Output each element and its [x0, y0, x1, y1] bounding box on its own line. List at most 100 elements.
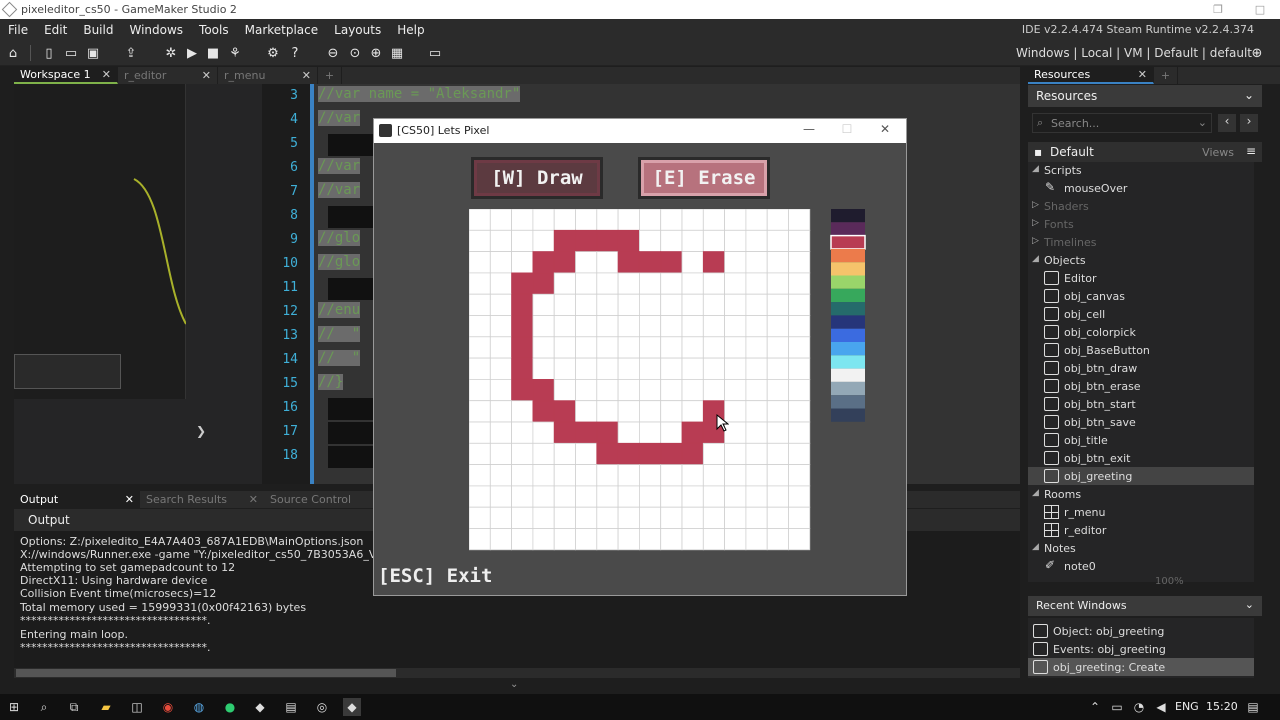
tree-item-rooms[interactable]: ◢ Rooms [1028, 485, 1254, 503]
pixel-cell-filled[interactable] [553, 400, 576, 423]
pixel-cell[interactable] [532, 336, 555, 359]
recent-window-item[interactable]: obj_greeting: Create [1028, 658, 1254, 676]
pixel-cell[interactable] [745, 336, 768, 359]
windows-start-icon[interactable]: ⊞ [5, 698, 23, 716]
store-icon[interactable]: ◫ [128, 698, 146, 716]
scrollbar-thumb[interactable] [16, 669, 396, 677]
pixel-cell[interactable] [638, 378, 662, 402]
pixel-cell[interactable] [724, 272, 747, 295]
pixel-cell[interactable] [766, 357, 789, 380]
pixel-cell[interactable] [660, 293, 683, 316]
menu-build[interactable]: Build [75, 23, 121, 37]
pixel-cell[interactable] [660, 315, 683, 338]
pixel-cell[interactable] [553, 506, 576, 529]
pixel-cell[interactable] [469, 209, 491, 231]
erase-button[interactable]: [E] Erase [638, 157, 770, 199]
pixel-cell[interactable] [745, 485, 768, 508]
pixel-cell[interactable] [724, 315, 747, 338]
maximize-button[interactable]: ☐ [832, 122, 862, 136]
pixel-cell[interactable] [660, 485, 683, 508]
pixel-cell[interactable] [660, 378, 683, 402]
pixel-cell[interactable] [617, 506, 640, 529]
menu-tools[interactable]: Tools [191, 23, 237, 37]
pixel-cell[interactable] [617, 485, 640, 508]
pixel-cell[interactable] [596, 400, 619, 423]
settings-icon[interactable]: ⚙ [264, 44, 282, 62]
pixel-cell[interactable] [596, 528, 619, 551]
pixel-cell[interactable] [660, 336, 683, 359]
pixel-cell[interactable] [788, 315, 811, 338]
pixel-cell[interactable] [511, 251, 534, 274]
pixel-cell[interactable] [511, 506, 534, 529]
pixel-cell[interactable] [553, 272, 576, 295]
pixel-cell[interactable] [681, 528, 704, 551]
pixel-cell[interactable] [724, 378, 747, 402]
pixel-cell[interactable] [745, 506, 768, 529]
pixel-cell[interactable] [702, 272, 726, 295]
minimize-button[interactable]: — [794, 122, 824, 136]
pixel-cell[interactable] [681, 378, 704, 402]
collapsed-arrow-icon[interactable]: ▷ [1032, 200, 1039, 210]
tree-item-r-editor[interactable]: r_editor [1028, 521, 1254, 539]
palette-swatch[interactable] [831, 262, 865, 276]
target-settings-icon[interactable]: ⊕ [1248, 44, 1266, 62]
pixel-cell[interactable] [617, 464, 640, 487]
pixel-cell-filled[interactable] [596, 229, 619, 252]
pixel-cell[interactable] [532, 506, 555, 529]
pixel-cell[interactable] [575, 378, 598, 402]
pixel-cell[interactable] [596, 378, 619, 402]
pixel-cell[interactable] [788, 421, 811, 444]
pixel-canvas[interactable] [469, 209, 811, 551]
pixel-cell[interactable] [702, 464, 726, 487]
pixel-cell[interactable] [617, 315, 640, 338]
chevron-down-icon[interactable]: ⌄ [1244, 88, 1254, 102]
pixel-cell-filled[interactable] [553, 421, 576, 444]
pixel-cell[interactable] [617, 209, 640, 231]
pixel-cell[interactable] [511, 485, 534, 508]
pixel-cell[interactable] [575, 293, 598, 316]
pixel-cell[interactable] [532, 293, 555, 316]
recent-window-item[interactable]: Events: obj_greeting [1028, 640, 1254, 658]
pixel-cell[interactable] [724, 464, 747, 487]
save-icon[interactable]: ▣ [84, 44, 102, 62]
pixel-cell-filled[interactable] [617, 442, 640, 466]
pixel-cell[interactable] [469, 506, 491, 529]
pixel-cell[interactable] [681, 272, 704, 295]
pixel-cell[interactable] [681, 251, 704, 274]
pixel-cell[interactable] [638, 336, 662, 359]
pixel-cell[interactable] [724, 442, 747, 466]
pixel-cell[interactable] [469, 251, 491, 274]
pixel-cell-filled[interactable] [553, 251, 576, 274]
menu-help[interactable]: Help [389, 23, 432, 37]
pixel-cell-filled[interactable] [638, 442, 662, 466]
chevron-down-icon[interactable]: ⌄ [1198, 116, 1207, 129]
clean-icon[interactable]: ✲ [162, 44, 180, 62]
palette-swatch[interactable] [831, 328, 865, 342]
tree-item-obj-btn-draw[interactable]: obj_btn_draw [1028, 359, 1254, 377]
pixel-cell[interactable] [724, 336, 747, 359]
pixel-cell[interactable] [638, 293, 662, 316]
pixel-cell[interactable] [724, 357, 747, 380]
resource-search-input[interactable]: ⌕ Search... ⌄ [1032, 113, 1212, 133]
output-scrollbar[interactable] [14, 668, 1020, 678]
pixel-cell[interactable] [469, 229, 491, 252]
pixel-cell-filled[interactable] [596, 442, 619, 466]
pixel-cell[interactable] [617, 357, 640, 380]
expanded-arrow-icon[interactable]: ◢ [1032, 542, 1039, 552]
code-line[interactable]: //var [318, 158, 361, 174]
pixel-cell[interactable] [660, 357, 683, 380]
pixel-cell[interactable] [681, 336, 704, 359]
tab-workspace-1[interactable]: Workspace 1 ✕ [14, 67, 118, 84]
pixel-cell[interactable] [702, 378, 726, 402]
pixel-cell[interactable] [511, 209, 534, 231]
pixel-cell[interactable] [532, 357, 555, 380]
tree-item-timelines[interactable]: ▷ Timelines [1028, 233, 1254, 251]
pixel-cell[interactable] [617, 378, 640, 402]
palette-swatch[interactable] [831, 248, 865, 263]
expanded-arrow-icon[interactable]: ◢ [1032, 488, 1039, 498]
pixel-cell[interactable] [489, 272, 512, 295]
pixel-cell[interactable] [489, 506, 512, 529]
code-line[interactable]: //} [318, 374, 344, 390]
pixel-cell[interactable] [511, 442, 534, 466]
pixel-cell[interactable] [575, 209, 598, 231]
